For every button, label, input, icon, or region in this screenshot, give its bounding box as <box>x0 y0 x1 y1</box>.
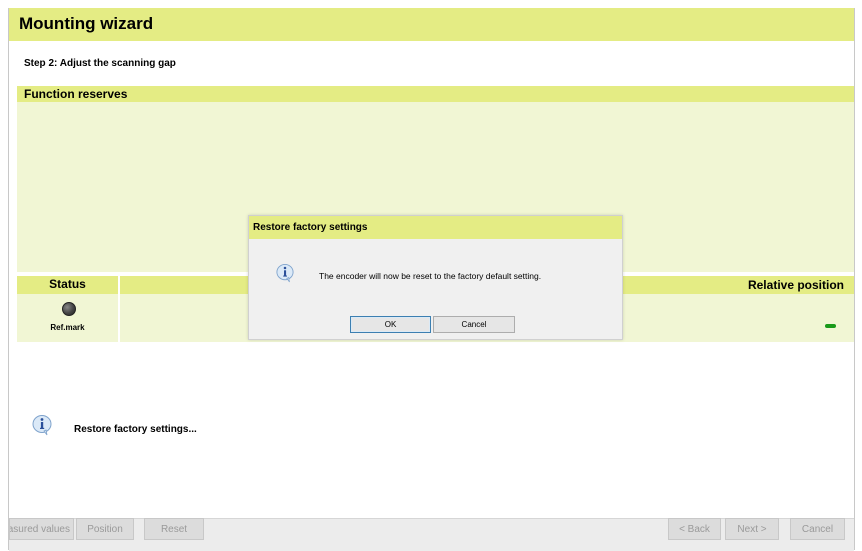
reset-button[interactable]: Reset <box>144 518 204 540</box>
status-header: Status <box>17 276 120 294</box>
restore-factory-dialog: Restore factory settings The encoder wil… <box>248 215 623 340</box>
step-title: Step 2: Adjust the scanning gap <box>24 58 176 69</box>
info-icon <box>276 264 294 283</box>
measured-values-button[interactable]: Measured values <box>9 518 74 540</box>
measured-values-label: Measured values <box>10 523 70 535</box>
next-button[interactable]: Next > <box>725 518 779 540</box>
relative-position-label: Relative position <box>747 278 844 292</box>
status-message: Restore factory settings... <box>74 424 197 435</box>
ref-mark-label: Ref.mark <box>50 323 85 332</box>
reset-label: Reset <box>160 523 188 535</box>
next-label: Next > <box>737 523 767 535</box>
function-reserves-header: Function reserves <box>17 86 854 102</box>
dialog-ok-label: OK <box>384 320 397 329</box>
dialog-message: The encoder will now be reset to the fac… <box>319 271 542 281</box>
dialog-title-bar: Restore factory settings <box>249 216 622 239</box>
window-title: Mounting wizard <box>19 14 154 33</box>
back-button[interactable]: < Back <box>668 518 721 540</box>
info-icon <box>32 415 52 436</box>
ref-mark-cell: Ref.mark <box>17 294 120 342</box>
back-label: < Back <box>679 523 710 535</box>
cancel-button[interactable]: Cancel <box>790 518 845 540</box>
title-bar: Mounting wizard <box>9 8 854 41</box>
cancel-label: Cancel <box>801 523 834 535</box>
function-reserves-title: Function reserves <box>24 87 128 101</box>
position-button[interactable]: Position <box>76 518 134 540</box>
dialog-cancel-label: Cancel <box>461 320 487 329</box>
relative-position-indicator <box>825 324 836 328</box>
status-led-icon <box>62 302 76 316</box>
dialog-cancel-button[interactable]: Cancel <box>433 316 515 333</box>
dialog-ok-button[interactable]: OK <box>350 316 431 333</box>
status-label: Status <box>49 277 86 291</box>
dialog-title: Restore factory settings <box>253 222 368 233</box>
position-label: Position <box>87 523 123 535</box>
